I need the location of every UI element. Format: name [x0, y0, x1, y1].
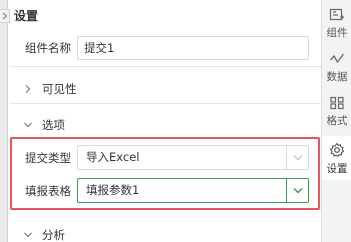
chevron-down-icon [293, 188, 302, 194]
format-icon [330, 96, 344, 110]
section-analysis[interactable]: 分析 [10, 220, 321, 242]
tab-data-label: 数据 [326, 71, 348, 83]
fill-form-label: 填报表格 [25, 184, 71, 198]
submit-type-label: 提交类型 [25, 151, 71, 165]
data-icon [330, 53, 345, 64]
component-name-row: 组件名称 提交1 [10, 30, 321, 67]
panel-header: 设置 [10, 0, 321, 30]
tab-settings-label: 设置 [326, 163, 348, 175]
settings-panel: 设置 组件名称 提交1 可见性 选项 提交类型 导入Excel 填报表格 填报参… [10, 0, 321, 242]
chevron-down-icon [293, 155, 302, 161]
component-name-value: 提交1 [84, 41, 115, 55]
tab-component[interactable]: 组件 [322, 2, 351, 46]
section-visibility-label: 可见性 [42, 81, 77, 96]
component-name-label: 组件名称 [25, 41, 71, 55]
panel-title: 设置 [14, 8, 39, 23]
chevron-right-icon [2, 12, 7, 20]
component-name-input[interactable]: 提交1 [77, 36, 309, 60]
settings-icon [330, 142, 345, 158]
section-options-label: 选项 [42, 118, 65, 132]
tab-settings[interactable]: 设置 [322, 136, 351, 180]
tab-format-label: 格式 [326, 115, 348, 127]
settings-panel-window: 设置 组件名称 提交1 可见性 选项 提交类型 导入Excel 填报表格 填报参… [0, 0, 351, 242]
section-visibility[interactable]: 可见性 [10, 74, 321, 104]
chevron-down-icon [22, 229, 34, 241]
chevron-down-icon [22, 119, 34, 131]
chevron-right-icon [22, 83, 34, 95]
fill-form-value: 填报参数1 [86, 183, 140, 197]
section-options[interactable]: 选项 [10, 110, 321, 140]
section-analysis-label: 分析 [42, 228, 65, 242]
collapse-panel-button[interactable] [0, 9, 10, 23]
submit-type-select[interactable]: 导入Excel [77, 145, 309, 170]
tab-data[interactable]: 数据 [322, 46, 351, 90]
right-tab-bar: 组件 数据 格式 设置 [321, 0, 351, 242]
tab-format[interactable]: 格式 [322, 90, 351, 134]
submit-type-dropdown-button[interactable] [286, 146, 308, 169]
tab-component-label: 组件 [326, 27, 348, 39]
fill-form-select[interactable]: 填报参数1 [77, 178, 309, 203]
component-icon [329, 8, 344, 21]
submit-type-value: 导入Excel [86, 150, 140, 164]
fill-form-dropdown-button[interactable] [286, 179, 308, 202]
left-collapsed-strip [0, 0, 8, 242]
